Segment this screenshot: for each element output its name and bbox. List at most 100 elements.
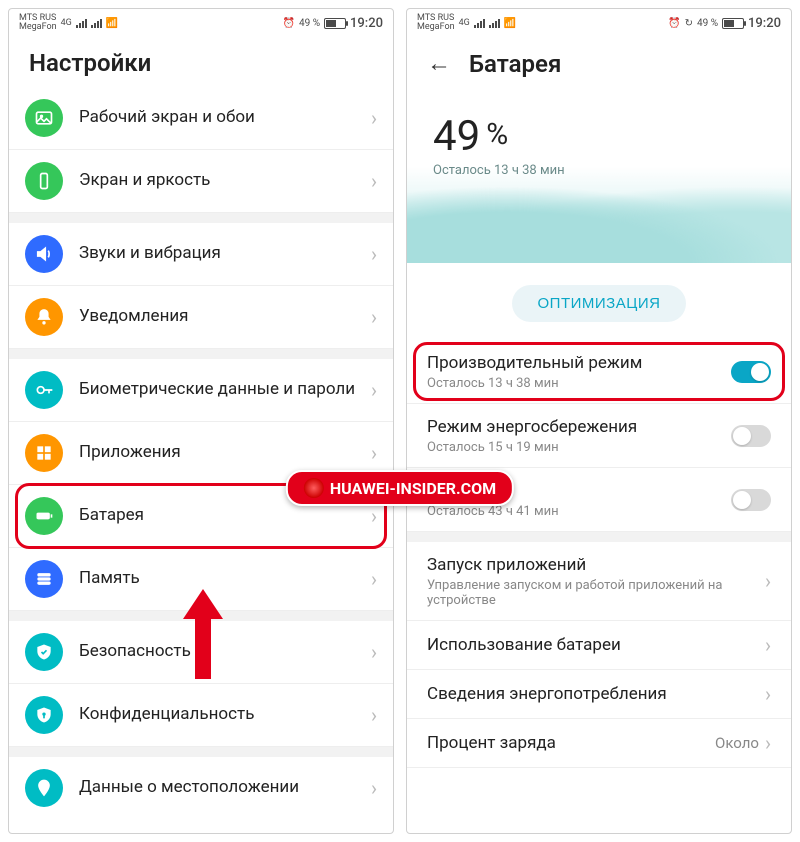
shield-icon <box>25 633 63 671</box>
chevron-right-icon: › <box>371 567 377 591</box>
row-title: Использование батареи <box>427 634 765 656</box>
phone-battery-screen: MTS RUS MegaFon 4G 📶 ⏰ ↻ 49 % 19:20 ← Ба… <box>406 8 792 834</box>
wifi-icon: 📶 <box>106 18 118 29</box>
chevron-right-icon: › <box>371 504 377 528</box>
chevron-right-icon: › <box>765 731 771 755</box>
chevron-right-icon: › <box>371 640 377 664</box>
speaker-icon <box>25 235 63 273</box>
settings-list: Рабочий экран и обои›Экран и яркость›Зву… <box>9 87 393 833</box>
status-bar: MTS RUS MegaFon 4G 📶 ⏰ 49 % 19:20 <box>9 9 393 37</box>
storage-icon <box>25 560 63 598</box>
battery-header: ← Батарея <box>407 37 791 88</box>
settings-row-label: Экран и яркость <box>79 170 371 191</box>
battery-icon <box>25 497 63 535</box>
settings-row-label: Биометрические данные и пароли <box>79 379 371 400</box>
row-title: Запуск приложений <box>427 554 765 576</box>
battery-row-usage[interactable]: Использование батареи› <box>407 621 791 670</box>
row-title: Процент заряда <box>427 732 715 754</box>
phone-icon <box>25 162 63 200</box>
grid-icon <box>25 434 63 472</box>
row-sub: Управление запуском и работой приложений… <box>427 578 765 608</box>
clock-time: 19:20 <box>748 16 781 31</box>
settings-row-display[interactable]: Экран и яркость› <box>9 150 393 213</box>
mode-sub: Осталось 13 ч 38 мин <box>427 376 731 391</box>
mode-title: Режим энергосбережения <box>427 416 731 438</box>
row-title: Сведения энергопотребления <box>427 683 765 705</box>
settings-row-privacy[interactable]: Конфиденциальность› <box>9 684 393 747</box>
location-icon <box>25 769 63 807</box>
settings-row-label: Безопасность <box>79 641 371 662</box>
bell-icon <box>25 298 63 336</box>
battery-percent-value: 49 <box>433 112 480 161</box>
alarm-icon: ⏰ <box>668 18 680 29</box>
privacy-icon <box>25 696 63 734</box>
watermark-text: HUAWEI-INSIDER.COM <box>330 479 496 498</box>
chevron-right-icon: › <box>371 776 377 800</box>
chevron-right-icon: › <box>371 305 377 329</box>
net-label: 4G <box>459 18 470 28</box>
settings-row-label: Конфиденциальность <box>79 704 371 725</box>
chevron-right-icon: › <box>371 441 377 465</box>
chevron-right-icon: › <box>765 682 771 706</box>
mode-title: Производительный режим <box>427 352 731 374</box>
battery-remaining: Осталось 13 ч 38 мин <box>433 163 765 178</box>
alarm-icon: ⏰ <box>283 18 295 29</box>
settings-row-label: Батарея <box>79 505 371 526</box>
chevron-right-icon: › <box>371 169 377 193</box>
percent-sign: % <box>486 117 508 152</box>
chevron-right-icon: › <box>765 633 771 657</box>
carrier-2: MegaFon <box>417 23 455 32</box>
settings-row-notif[interactable]: Уведомления› <box>9 286 393 349</box>
battery-hero: 49% Осталось 13 ч 38 мин <box>407 88 791 263</box>
toggle-ultra[interactable] <box>731 489 771 511</box>
back-icon[interactable]: ← <box>427 49 451 78</box>
signal-icon <box>76 19 87 28</box>
huawei-logo-icon <box>304 478 324 498</box>
annotation-arrow <box>183 589 223 679</box>
signal-icon <box>474 19 485 28</box>
battery-pct: 49 % <box>299 18 320 29</box>
page-title: Настройки <box>9 37 393 87</box>
settings-row-location[interactable]: Данные о местоположении› <box>9 757 393 819</box>
settings-title: Настройки <box>29 49 151 77</box>
signal-icon-2 <box>489 19 500 28</box>
battery-row-launch[interactable]: Запуск приложенийУправление запуском и р… <box>407 542 791 621</box>
chevron-right-icon: › <box>371 703 377 727</box>
settings-row-label: Звуки и вибрация <box>79 243 371 264</box>
settings-row-label: Данные о местоположении <box>79 777 371 798</box>
chevron-right-icon: › <box>371 242 377 266</box>
net-label: 4G <box>61 18 72 28</box>
watermark-badge: HUAWEI-INSIDER.COM <box>286 470 514 506</box>
settings-row-sound[interactable]: Звуки и вибрация› <box>9 223 393 286</box>
settings-row-biometrics[interactable]: Биометрические данные и пароли› <box>9 359 393 422</box>
mode-row-perf[interactable]: Производительный режим Осталось 13 ч 38 м… <box>407 340 791 404</box>
battery-options-list: Производительный режим Осталось 13 ч 38 м… <box>407 340 791 768</box>
row-value: Около <box>715 734 759 752</box>
carrier-2: MegaFon <box>19 23 57 32</box>
battery-icon <box>722 18 744 29</box>
toggle-perf[interactable] <box>731 361 771 383</box>
mode-sub: Осталось 43 ч 41 мин <box>427 504 731 519</box>
battery-pct: 49 % <box>697 18 718 29</box>
settings-row-label: Уведомления <box>79 306 371 327</box>
nfc-icon: ↻ <box>685 18 693 29</box>
signal-icon-2 <box>91 19 102 28</box>
settings-row-label: Приложения <box>79 442 371 463</box>
clock-time: 19:20 <box>350 16 383 31</box>
status-bar: MTS RUS MegaFon 4G 📶 ⏰ ↻ 49 % 19:20 <box>407 9 791 37</box>
battery-icon <box>324 18 346 29</box>
battery-row-details[interactable]: Сведения энергопотребления› <box>407 670 791 719</box>
mode-sub: Осталось 15 ч 19 мин <box>427 440 731 455</box>
mode-row-save[interactable]: Режим энергосбережения Осталось 15 ч 19 м… <box>407 404 791 468</box>
wifi-icon: 📶 <box>504 18 516 29</box>
settings-row-label: Память <box>79 568 371 589</box>
battery-title: Батарея <box>469 50 561 78</box>
chevron-right-icon: › <box>765 569 771 593</box>
settings-row-wallpaper[interactable]: Рабочий экран и обои› <box>9 87 393 150</box>
optimize-section: ОПТИМИЗАЦИЯ <box>407 263 791 340</box>
key-icon <box>25 371 63 409</box>
toggle-save[interactable] <box>731 425 771 447</box>
optimize-button[interactable]: ОПТИМИЗАЦИЯ <box>512 285 687 322</box>
chevron-right-icon: › <box>371 378 377 402</box>
battery-row-charge_pct[interactable]: Процент зарядаОколо › <box>407 719 791 768</box>
